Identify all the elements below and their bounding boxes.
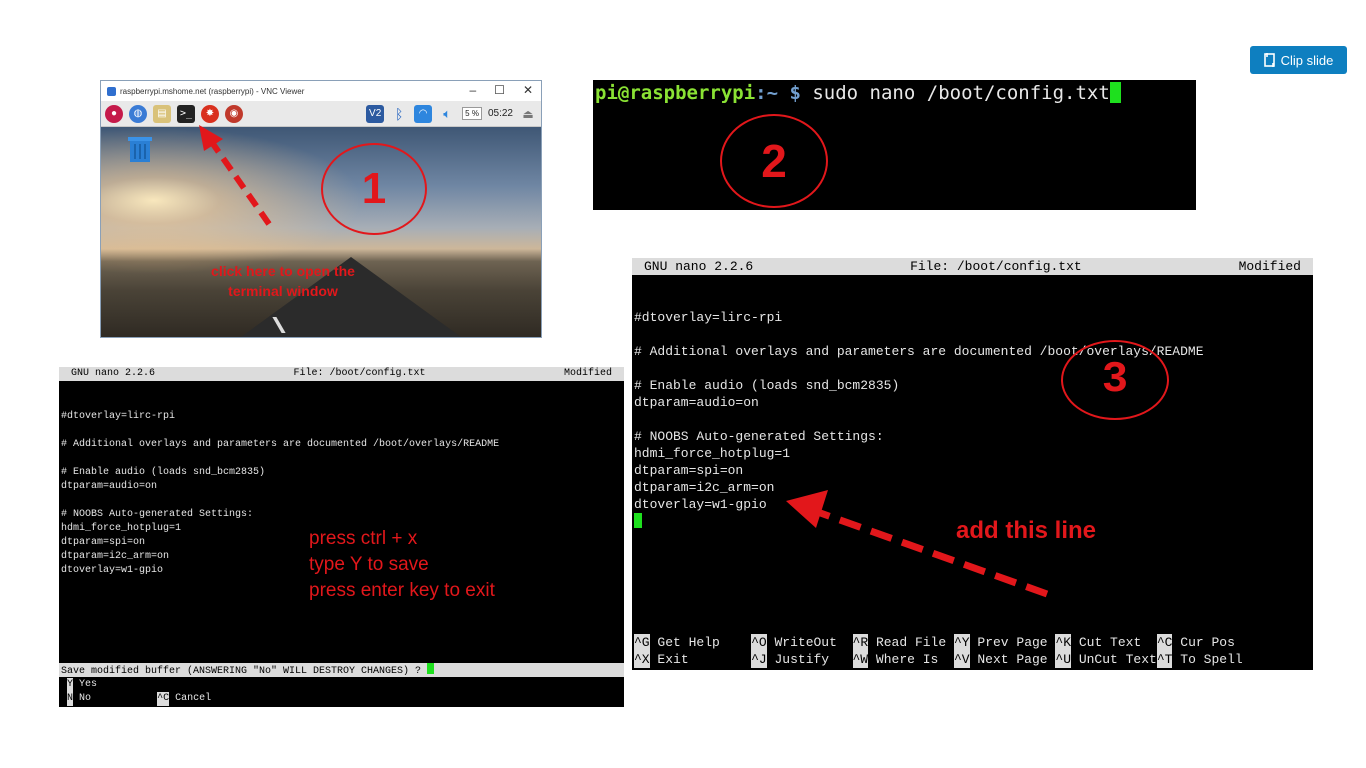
config-line: # NOOBS Auto-generated Settings: [61,509,254,520]
click-here-annotation: click here to open the terminal window [211,263,355,299]
terminal-command-line: pi@raspberrypi:~ $ sudo nano /boot/confi… [595,82,1121,104]
nano-cursor [427,663,435,674]
nano-header: GNU nano 2.2.6 File: /boot/config.txt Mo… [59,367,624,381]
no-label[interactable]: No [79,693,91,704]
cancel-key[interactable]: ^C [157,692,170,706]
clip-icon [1263,53,1275,67]
instruction-line: press enter key to exit [309,580,495,601]
nano-version: GNU nano 2.2.6 [71,368,156,379]
terminal-screenshot: pi@raspberrypi:~ $ sudo nano /boot/confi… [593,80,1196,210]
prompt-path: :~ $ [755,82,801,104]
add-this-line-annotation: add this line [956,517,1097,544]
instruction-line: press ctrl + x [309,528,418,549]
terminal-command: sudo nano /boot/config.txt [800,82,1110,104]
cancel-label[interactable]: Cancel [175,693,211,704]
no-key[interactable]: N [67,692,74,706]
annotation-arrow-3 [786,490,1049,598]
clip-slide-button[interactable]: Clip slide [1250,46,1347,74]
save-question: Save modified buffer (ANSWERING "No" WIL… [61,666,422,677]
yes-key[interactable]: Y [67,678,74,692]
save-prompt-bar: Save modified buffer (ANSWERING "No" WIL… [59,663,624,677]
config-line: # Additional overlays and parameters are… [61,439,500,450]
instruction-line: type Y to save [309,554,429,575]
config-line: # Enable audio (loads snd_bcm2835) [61,467,266,478]
nano-editor-screenshot: GNU nano 2.2.6 File: /boot/config.txt Mo… [632,258,1313,670]
nano-modified-status: Modified [563,368,612,379]
clip-slide-label: Clip slide [1280,52,1334,68]
yes-label[interactable]: Yes [79,679,97,690]
prompt-user: pi@raspberrypi [595,82,756,104]
vnc-viewer-screenshot: raspberrypi.mshome.net (raspberrypi) - V… [100,80,542,338]
step-2-circle: 2 [720,114,828,208]
config-line: dtparam=audio=on [61,481,158,492]
save-options: Y Yes N No ^C Cancel [61,678,211,706]
step-1-circle: 1 [321,143,427,235]
terminal-cursor [1109,82,1121,103]
save-instructions: press ctrl + x type Y to save press ente… [309,526,495,604]
nano-filename: File: /boot/config.txt [293,368,426,379]
config-line: #dtoverlay=lirc-rpi [61,411,176,422]
